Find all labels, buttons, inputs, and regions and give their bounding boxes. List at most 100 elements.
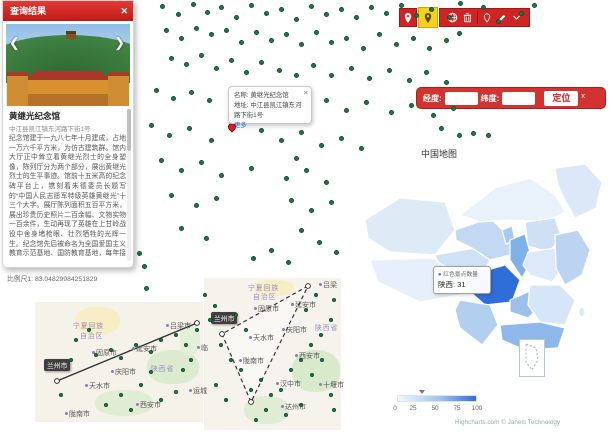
map-marker[interactable] xyxy=(414,13,419,18)
map-marker[interactable] xyxy=(457,31,462,36)
map-marker[interactable] xyxy=(264,408,268,412)
map-marker[interactable] xyxy=(213,304,217,308)
panel-close-icon[interactable]: ✕ xyxy=(120,1,128,21)
map-marker[interactable] xyxy=(164,28,169,33)
map-marker[interactable] xyxy=(334,250,339,255)
map-marker[interactable] xyxy=(137,251,142,256)
map-marker[interactable] xyxy=(219,173,224,178)
map-marker[interactable] xyxy=(94,353,98,357)
map-marker[interactable] xyxy=(189,358,193,362)
map-marker[interactable] xyxy=(286,260,291,265)
map-marker[interactable] xyxy=(169,56,174,61)
map-marker[interactable] xyxy=(451,106,456,111)
map-marker[interactable] xyxy=(109,348,113,352)
map-marker[interactable] xyxy=(119,393,123,397)
map-marker[interactable] xyxy=(207,98,212,103)
map-marker[interactable] xyxy=(309,4,314,9)
map-marker[interactable] xyxy=(389,110,394,115)
map-marker[interactable] xyxy=(329,393,333,397)
map-marker[interactable] xyxy=(344,108,349,113)
tooltip-close-icon[interactable]: × xyxy=(304,88,308,98)
map-marker[interactable] xyxy=(194,203,199,208)
map-marker[interactable] xyxy=(310,373,314,377)
map-marker[interactable] xyxy=(304,308,308,312)
map-marker[interactable] xyxy=(409,103,414,108)
map-marker[interactable] xyxy=(299,228,304,233)
map-marker[interactable] xyxy=(204,236,209,241)
map-marker[interactable] xyxy=(176,12,181,17)
map-marker[interactable] xyxy=(411,36,416,41)
map-marker[interactable] xyxy=(224,398,228,402)
map-marker[interactable] xyxy=(329,318,333,322)
map-marker[interactable] xyxy=(174,333,178,337)
map-marker[interactable] xyxy=(59,393,63,397)
map-marker[interactable] xyxy=(532,3,537,8)
map-marker[interactable] xyxy=(496,19,501,24)
map-marker[interactable] xyxy=(239,368,243,372)
map-marker[interactable] xyxy=(149,123,154,128)
map-marker[interactable] xyxy=(199,53,204,58)
map-marker[interactable] xyxy=(149,350,153,354)
map-marker[interactable] xyxy=(457,133,462,138)
map-marker[interactable] xyxy=(294,156,299,161)
map-marker[interactable] xyxy=(277,68,282,73)
map-marker[interactable] xyxy=(320,358,324,362)
map-marker[interactable] xyxy=(394,42,399,47)
map-marker[interactable] xyxy=(119,356,123,360)
map-marker[interactable] xyxy=(187,126,192,131)
map-marker[interactable] xyxy=(269,38,274,43)
map-marker[interactable] xyxy=(319,143,324,148)
map-marker[interactable] xyxy=(249,388,253,392)
map-marker[interactable] xyxy=(299,42,304,47)
map-marker[interactable] xyxy=(219,343,223,347)
map-marker[interactable] xyxy=(160,4,165,9)
map-marker[interactable] xyxy=(361,46,366,51)
map-marker[interactable] xyxy=(244,328,248,332)
map-marker[interactable] xyxy=(364,100,369,105)
map-marker[interactable] xyxy=(354,15,359,20)
map-marker[interactable] xyxy=(87,328,91,332)
map-marker[interactable] xyxy=(154,88,159,93)
map-marker[interactable] xyxy=(254,418,258,422)
delete-tool-button[interactable] xyxy=(462,12,474,24)
map-marker[interactable] xyxy=(332,298,336,302)
map-marker[interactable] xyxy=(519,11,524,16)
map-marker[interactable] xyxy=(234,15,239,20)
map-marker[interactable] xyxy=(269,248,274,253)
map-marker[interactable] xyxy=(74,338,78,342)
map-marker[interactable] xyxy=(184,62,189,67)
latitude-input[interactable] xyxy=(502,92,535,105)
map-marker[interactable] xyxy=(447,15,452,20)
map-marker[interactable] xyxy=(219,5,224,10)
map-marker[interactable] xyxy=(249,3,254,8)
map-marker[interactable] xyxy=(399,3,404,8)
map-marker[interactable] xyxy=(387,68,392,73)
map-marker[interactable] xyxy=(359,146,364,151)
map-marker[interactable] xyxy=(179,168,184,173)
map-marker[interactable] xyxy=(229,58,234,63)
locate-bar-close-icon[interactable]: x xyxy=(581,91,585,100)
map-marker[interactable] xyxy=(203,293,207,297)
map-marker[interactable] xyxy=(311,63,316,68)
map-marker[interactable] xyxy=(299,403,303,407)
map-marker[interactable] xyxy=(254,30,259,35)
map-marker[interactable] xyxy=(339,136,344,141)
pin-tool-button[interactable] xyxy=(481,12,493,24)
panel-scrollbar-thumb[interactable] xyxy=(127,109,131,151)
map-marker[interactable] xyxy=(324,180,329,185)
map-marker[interactable] xyxy=(264,11,269,16)
map-marker[interactable] xyxy=(369,5,374,10)
map-marker[interactable] xyxy=(444,80,449,85)
map-marker[interactable] xyxy=(69,358,73,362)
map-marker[interactable] xyxy=(427,46,432,51)
map-marker[interactable] xyxy=(329,73,334,78)
map-marker[interactable] xyxy=(159,158,164,163)
map-marker[interactable] xyxy=(139,383,143,387)
map-marker[interactable] xyxy=(195,328,199,332)
map-marker[interactable] xyxy=(224,28,229,33)
map-marker[interactable] xyxy=(279,388,283,392)
map-marker[interactable] xyxy=(239,40,244,45)
map-marker[interactable] xyxy=(171,96,176,101)
map-marker[interactable] xyxy=(284,176,289,181)
map-marker[interactable] xyxy=(234,313,238,317)
